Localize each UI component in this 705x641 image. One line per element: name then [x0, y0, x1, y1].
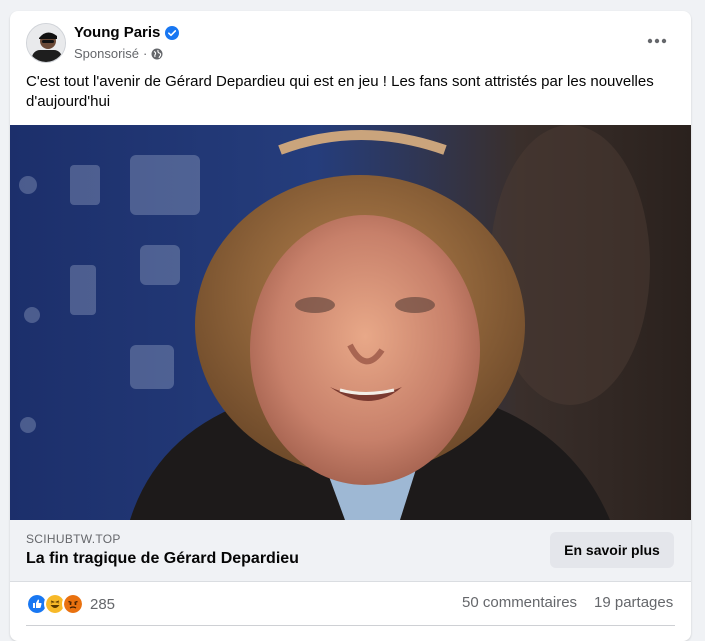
author-avatar[interactable] — [26, 23, 66, 63]
more-options-button[interactable] — [639, 26, 675, 56]
globe-icon — [151, 48, 163, 59]
post-header: Young Paris Sponsorisé · — [10, 11, 691, 71]
author-name[interactable]: Young Paris — [74, 24, 160, 41]
post-stats: 285 50 commentaires 19 partages — [10, 582, 691, 622]
verified-badge-icon — [165, 25, 180, 40]
reaction-summary[interactable]: 285 — [26, 593, 115, 615]
author-line: Young Paris — [74, 24, 180, 41]
link-preview[interactable]: SCIHUBTW.TOP La fin tragique de Gérard D… — [10, 520, 691, 582]
post-meta: Sponsorisé · — [74, 46, 163, 61]
sponsored-label[interactable]: Sponsorisé — [74, 46, 139, 61]
avatar-image — [27, 24, 65, 62]
angry-icon — [62, 593, 84, 615]
more-options-icon — [647, 38, 667, 44]
link-domain: SCIHUBTW.TOP — [26, 532, 121, 546]
comments-count[interactable]: 50 commentaires — [462, 594, 577, 611]
post-image[interactable] — [10, 125, 691, 520]
reaction-count: 285 — [90, 595, 116, 613]
shares-count[interactable]: 19 partages — [594, 594, 673, 611]
sponsored-post-card: Young Paris Sponsorisé · C'est tout l'av… — [10, 11, 691, 641]
link-title[interactable]: La fin tragique de Gérard Depardieu — [26, 550, 299, 568]
post-text: C'est tout l'avenir de Gérard Depardieu … — [26, 73, 654, 110]
learn-more-button[interactable]: En savoir plus — [550, 532, 674, 568]
portrait-photo — [10, 125, 691, 520]
meta-separator: · — [143, 46, 148, 61]
